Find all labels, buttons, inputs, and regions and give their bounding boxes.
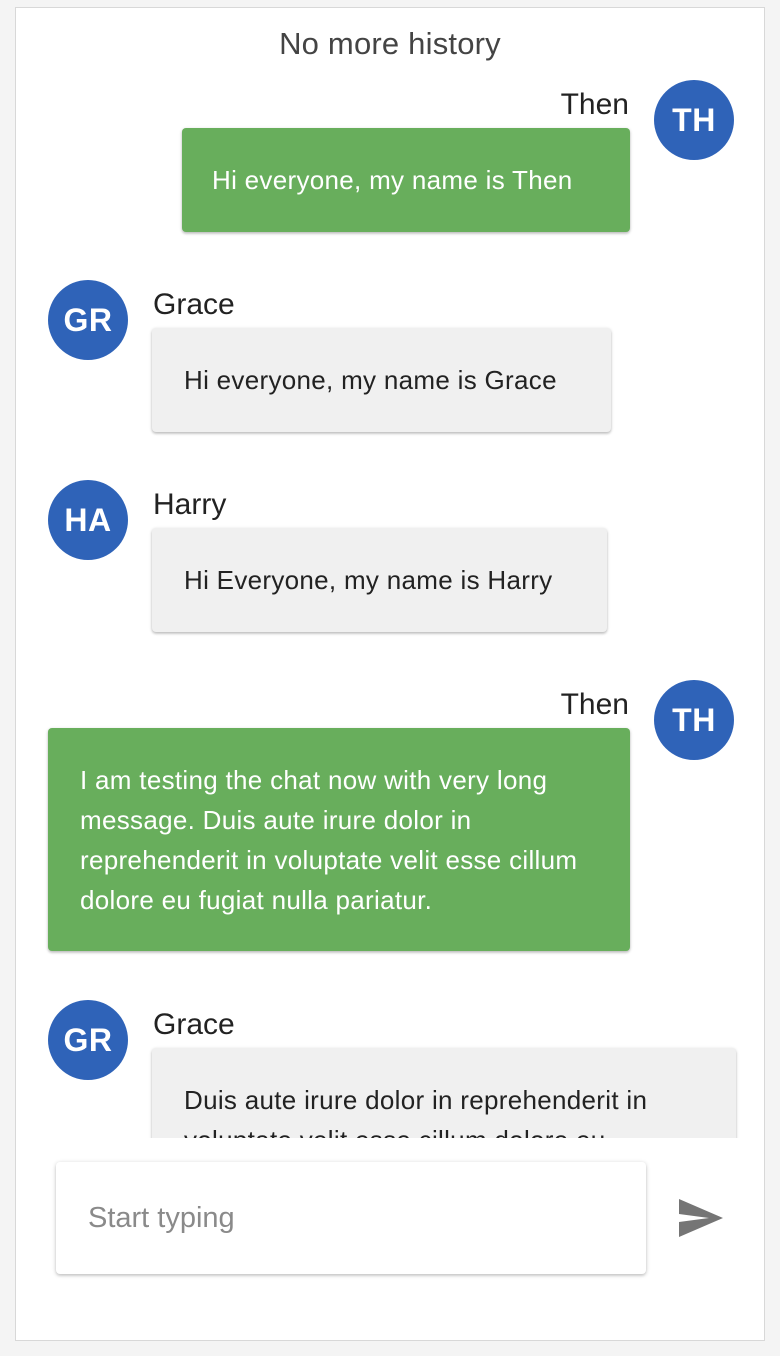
avatar: GR: [48, 1000, 128, 1080]
message-bubble: Hi everyone, my name is Then: [182, 128, 630, 232]
message-composer[interactable]: [56, 1162, 646, 1274]
avatar: TH: [654, 680, 734, 760]
message-list[interactable]: No more history TH Then Hi everyone, my …: [16, 8, 764, 1138]
sender-name: Then: [560, 88, 629, 121]
send-button[interactable]: [676, 1194, 726, 1242]
sender-name: Grace: [153, 1008, 235, 1041]
message-bubble: Hi Everyone, my name is Harry: [152, 528, 607, 632]
avatar: HA: [48, 480, 128, 560]
message-bubble: I am testing the chat now with very long…: [48, 728, 630, 951]
sender-name: Then: [560, 688, 629, 721]
send-icon: [679, 1199, 723, 1237]
chat-window: No more history TH Then Hi everyone, my …: [15, 7, 765, 1341]
sender-name: Grace: [153, 288, 235, 321]
history-status: No more history: [279, 26, 501, 61]
message-bubble: Duis aute irure dolor in reprehenderit i…: [152, 1048, 736, 1138]
avatar: TH: [654, 80, 734, 160]
message-bubble: Hi everyone, my name is Grace: [152, 328, 611, 432]
message-input[interactable]: [56, 1162, 646, 1274]
sender-name: Harry: [153, 488, 227, 521]
avatar: GR: [48, 280, 128, 360]
